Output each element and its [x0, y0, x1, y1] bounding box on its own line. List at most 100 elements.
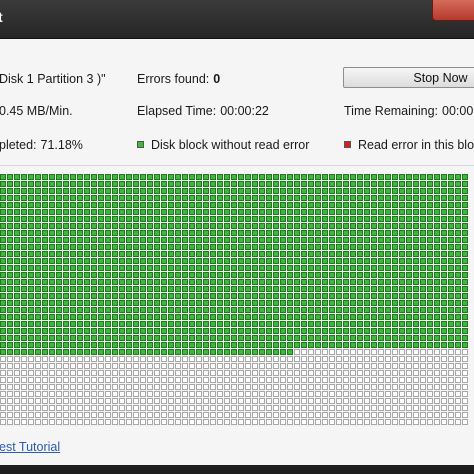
disk-block-ok — [441, 251, 447, 257]
disk-block-ok — [357, 286, 363, 292]
disk-block-ok — [287, 251, 293, 257]
close-icon[interactable] — [432, 0, 474, 21]
disk-block-pending — [203, 419, 209, 425]
disk-block-pending — [301, 391, 307, 397]
disk-block-ok — [259, 293, 265, 299]
disk-block-pending — [210, 398, 216, 404]
disk-block-ok — [140, 251, 146, 257]
disk-block-ok — [35, 202, 41, 208]
disk-block-pending — [287, 370, 293, 376]
disk-block-ok — [189, 272, 195, 278]
disk-block-ok — [84, 244, 90, 250]
disk-block-ok — [70, 230, 76, 236]
disk-block-ok — [70, 314, 76, 320]
disk-block-pending — [140, 398, 146, 404]
disk-block-pending — [133, 384, 139, 390]
disk-block-pending — [427, 363, 433, 369]
disk-block-ok — [126, 265, 132, 271]
disk-block-ok — [357, 258, 363, 264]
disk-block-ok — [203, 293, 209, 299]
disk-block-ok — [280, 216, 286, 222]
disk-block-ok — [63, 293, 69, 299]
disk-block-ok — [322, 216, 328, 222]
disk-block-ok — [203, 335, 209, 341]
disk-block-pending — [350, 412, 356, 418]
disk-block-pending — [0, 391, 6, 397]
disk-block-ok — [427, 230, 433, 236]
disk-block-ok — [217, 174, 223, 180]
disk-block-ok — [42, 181, 48, 187]
disk-block-ok — [448, 335, 454, 341]
disk-block-ok — [308, 314, 314, 320]
error-block-swatch-icon — [344, 141, 351, 149]
disk-block-ok — [35, 342, 41, 348]
disk-block-ok — [392, 216, 398, 222]
disk-block-pending — [238, 419, 244, 425]
disk-block-ok — [294, 237, 300, 243]
disk-block-ok — [280, 321, 286, 327]
disk-block-ok — [336, 230, 342, 236]
disk-block-pending — [385, 370, 391, 376]
disk-block-ok — [252, 335, 258, 341]
disk-block-ok — [364, 202, 370, 208]
disk-block-ok — [322, 342, 328, 348]
disk-block-ok — [308, 251, 314, 257]
block-map-canvas — [0, 174, 468, 425]
disk-block-ok — [154, 265, 160, 271]
disk-block-pending — [343, 405, 349, 411]
disk-block-pending — [168, 391, 174, 397]
disk-block-ok — [14, 300, 20, 306]
disk-block-pending — [308, 349, 314, 355]
title-bar[interactable]: t — [0, 0, 474, 39]
disk-block-ok — [21, 216, 27, 222]
disk-block-pending — [294, 412, 300, 418]
disk-block-ok — [455, 342, 461, 348]
disk-block-pending — [77, 370, 83, 376]
disk-block-ok — [329, 181, 335, 187]
disk-block-ok — [168, 335, 174, 341]
disk-block-ok — [385, 181, 391, 187]
tutorial-link[interactable]: est Tutorial — [0, 440, 60, 454]
disk-block-ok — [238, 300, 244, 306]
disk-block-pending — [385, 405, 391, 411]
disk-block-ok — [35, 174, 41, 180]
disk-block-pending — [413, 398, 419, 404]
disk-block-ok — [413, 321, 419, 327]
stop-now-button[interactable]: Stop Now — [343, 67, 474, 88]
disk-block-ok — [126, 321, 132, 327]
disk-block-pending — [238, 405, 244, 411]
disk-block-ok — [462, 202, 468, 208]
disk-block-ok — [196, 244, 202, 250]
disk-block-pending — [308, 363, 314, 369]
disk-block-ok — [168, 202, 174, 208]
disk-block-ok — [322, 237, 328, 243]
disk-block-ok — [441, 307, 447, 313]
disk-block-ok — [448, 293, 454, 299]
disk-block-pending — [301, 363, 307, 369]
disk-block-ok — [189, 237, 195, 243]
disk-block-pending — [42, 419, 48, 425]
disk-block-ok — [196, 223, 202, 229]
disk-block-pending — [28, 384, 34, 390]
disk-block-pending — [462, 398, 468, 404]
disk-block-pending — [420, 398, 426, 404]
disk-block-ok — [350, 244, 356, 250]
disk-block-ok — [434, 223, 440, 229]
disk-block-ok — [427, 328, 433, 334]
disk-block-ok — [441, 209, 447, 215]
disk-block-ok — [266, 195, 272, 201]
disk-block-pending — [420, 370, 426, 376]
disk-block-ok — [42, 293, 48, 299]
disk-block-ok — [49, 188, 55, 194]
disk-block-ok — [112, 265, 118, 271]
disk-block-pending — [105, 391, 111, 397]
disk-block-pending — [343, 356, 349, 362]
disk-block-ok — [259, 223, 265, 229]
disk-block-ok — [126, 293, 132, 299]
disk-block-ok — [399, 174, 405, 180]
disk-block-ok — [21, 279, 27, 285]
disk-block-pending — [280, 419, 286, 425]
disk-block-ok — [392, 328, 398, 334]
disk-block-ok — [56, 181, 62, 187]
disk-block-ok — [266, 202, 272, 208]
